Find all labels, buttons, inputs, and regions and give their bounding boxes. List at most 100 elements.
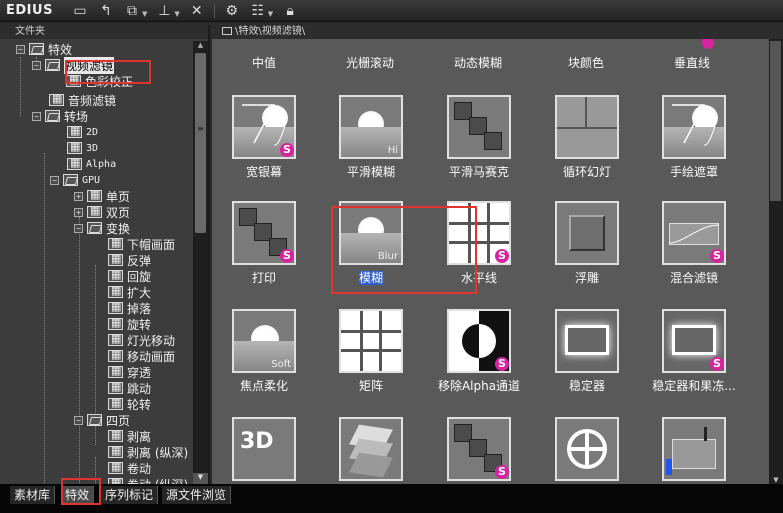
highlight-box: [331, 206, 477, 294]
effect-label[interactable]: 动态模糊: [418, 54, 538, 71]
effect-folder-icon: [108, 316, 123, 330]
effect-folder-icon: [108, 284, 123, 298]
emboss-icon: [555, 201, 619, 265]
tree-item-single-page[interactable]: + 单页: [74, 188, 130, 204]
tab-bin[interactable]: 素材库: [10, 486, 56, 504]
layer-icon[interactable]: ⊥: [155, 1, 173, 21]
soft-focus-icon: Soft: [232, 309, 296, 373]
scroll-down-arrow-icon[interactable]: ▼: [193, 473, 208, 484]
tree-item-effects[interactable]: − 特效: [16, 41, 72, 57]
tree-item-transition[interactable]: 卷动 (纵深): [108, 476, 188, 484]
effect-label[interactable]: 中值: [212, 54, 324, 71]
effect-folder-icon: [108, 348, 123, 362]
tree-item-transition[interactable]: 轮转: [108, 396, 151, 412]
chevron-down-icon[interactable]: ▼: [174, 10, 179, 18]
effect-folder-icon: [108, 396, 123, 410]
folder-panel: 文件夹 − 特效 − 视频滤镜 色彩校正 音频滤镜 − 转场: [0, 25, 210, 484]
curve-mask-icon: S: [232, 95, 296, 159]
delete-icon[interactable]: ✕: [188, 1, 206, 21]
tree-item-gpu[interactable]: − GPU: [50, 172, 100, 188]
tree-item-transition[interactable]: 灯光移动: [108, 332, 175, 348]
tree-item-transition[interactable]: 扩大: [108, 284, 151, 300]
folder-open-icon: [87, 414, 102, 426]
stabilizer-icon: S: [662, 309, 726, 373]
stabilizer-icon: [555, 309, 619, 373]
folder-icon[interactable]: ▭: [71, 1, 89, 21]
scrollbar-thumb[interactable]: [195, 53, 206, 233]
blur-icon: Hi: [339, 95, 403, 159]
mix-filter-icon: S: [662, 201, 726, 265]
tree-scrollbar[interactable]: ▲ ≡ ▼: [193, 41, 208, 484]
s-badge-icon: [702, 39, 714, 49]
expand-icon[interactable]: +: [74, 207, 83, 217]
tree-item-transition[interactable]: 反弹: [108, 252, 151, 268]
paint-icon: [662, 417, 726, 481]
tree-item-transitions[interactable]: − 转场: [32, 108, 88, 124]
tree-item-transition[interactable]: 移动画面: [108, 348, 175, 364]
tree-item-transition[interactable]: 下帽画面: [108, 236, 175, 252]
tree-item-transition[interactable]: 回旋: [108, 268, 151, 284]
chevron-down-icon[interactable]: ▼: [142, 10, 147, 18]
alpha-channel-icon: S: [447, 309, 511, 373]
collapse-icon[interactable]: −: [32, 111, 41, 121]
collapse-icon[interactable]: −: [32, 60, 41, 70]
effect-folder-icon: [67, 156, 82, 170]
bottom-tab-bar: 素材库 特效 序列标记 源文件浏览: [0, 484, 783, 513]
new-item-icon[interactable]: ⧉: [123, 1, 141, 21]
effect-label[interactable]: 块颜色: [526, 54, 646, 71]
tree-item-transition[interactable]: 掉落: [108, 300, 151, 316]
folder-open-icon: [45, 59, 60, 71]
tree-item-transition[interactable]: 卷动: [108, 460, 151, 476]
effect-folder-icon: [67, 140, 82, 154]
tree-item-transition[interactable]: 剥离: [108, 428, 151, 444]
tree-item-transition[interactable]: 跳动: [108, 380, 151, 396]
collapse-icon[interactable]: −: [50, 175, 59, 185]
mosaic-icon: S: [447, 417, 511, 481]
effect-folder-icon: [87, 188, 102, 202]
folder-up-icon[interactable]: ↰: [97, 1, 115, 21]
lock-icon[interactable]: 🔒︎: [281, 1, 299, 21]
effect-folder-icon: [108, 268, 123, 282]
collapse-icon[interactable]: −: [16, 44, 25, 54]
print-icon: S: [232, 201, 296, 265]
effect-label[interactable]: 垂直线: [632, 54, 752, 71]
loop-slide-icon: [555, 95, 619, 159]
effect-label[interactable]: 光栅滚动: [310, 54, 430, 71]
tab-source-browser[interactable]: 源文件浏览: [162, 486, 232, 504]
effect-folder-icon: [87, 204, 102, 218]
tree-item-3d[interactable]: 3D: [67, 140, 98, 156]
chevron-down-icon[interactable]: ▼: [268, 10, 273, 18]
app-logo: EDIUS: [6, 3, 53, 18]
folder-tree: − 特效 − 视频滤镜 色彩校正 音频滤镜 − 转场 2D 3D: [0, 41, 192, 484]
collapse-icon[interactable]: −: [74, 415, 83, 425]
scroll-down-arrow-icon[interactable]: ▼: [769, 476, 783, 484]
tree-item-audio-filters[interactable]: 音频滤镜: [49, 92, 116, 108]
folder-open-icon: [45, 110, 60, 122]
tree-item-double-page[interactable]: + 双页: [74, 204, 130, 220]
tree-item-2d[interactable]: 2D: [67, 124, 98, 140]
properties-icon[interactable]: ⚙: [223, 1, 241, 21]
tree-item-transition[interactable]: 旋转: [108, 316, 151, 332]
scrollbar-thumb[interactable]: [770, 41, 781, 201]
mosaic-icon: [447, 95, 511, 159]
toolbar: EDIUS ▭ ↰ ⧉ ▼ ⊥ ▼ ✕ ⚙ ☷ ▼ 🔒︎: [0, 0, 783, 22]
tree-item-transition[interactable]: 剥离 (纵深): [108, 444, 188, 460]
folder-panel-header: 文件夹: [0, 25, 208, 39]
tree-item-transform[interactable]: − 变换: [74, 220, 130, 236]
tree-item-alpha[interactable]: Alpha: [67, 156, 116, 172]
effects-scrollbar[interactable]: ▲ ▼: [769, 39, 783, 484]
tab-sequence-markers[interactable]: 序列标记: [101, 486, 159, 504]
film-reel-icon: [555, 417, 619, 481]
effects-grid: 中值 光栅滚动 动态模糊 块颜色 垂直线 S 宽银幕 Hi 平滑模糊 平滑马赛克…: [212, 39, 768, 484]
scroll-up-arrow-icon[interactable]: ▲: [193, 41, 208, 52]
3d-icon: 3D: [232, 417, 296, 481]
tree-item-four-page[interactable]: − 四页: [74, 412, 130, 428]
folder-icon: [222, 27, 232, 35]
tree-item-transition[interactable]: 穿透: [108, 364, 151, 380]
collapse-icon[interactable]: −: [74, 223, 83, 233]
effect-folder-icon: [108, 236, 123, 250]
view-icon[interactable]: ☷: [249, 1, 267, 21]
effect-folder-icon: [67, 124, 82, 138]
expand-icon[interactable]: +: [74, 191, 83, 201]
effect-folder-icon: [108, 252, 123, 266]
